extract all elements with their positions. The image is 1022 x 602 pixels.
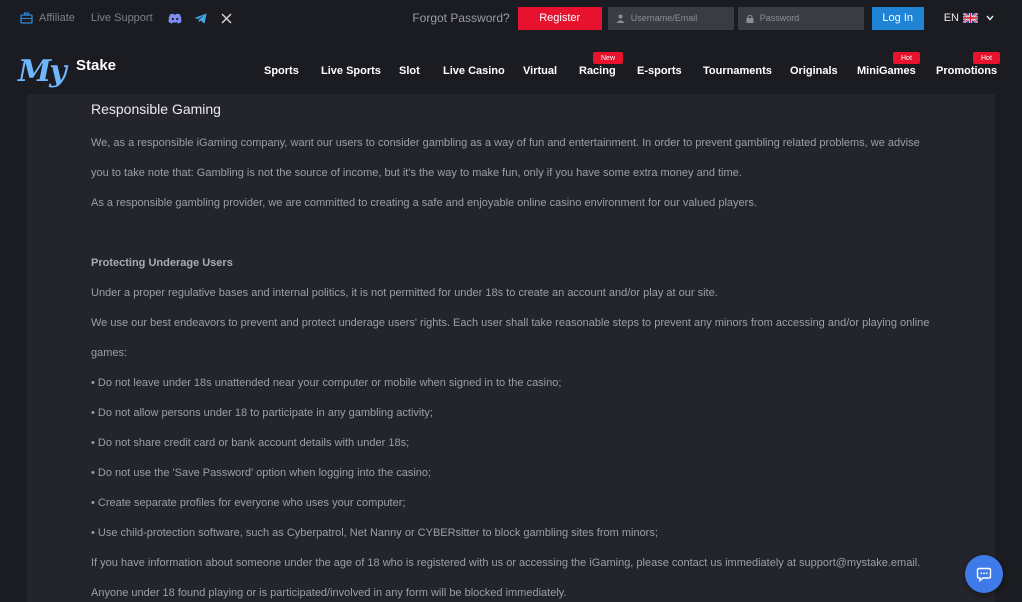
top-bar-right: Forgot Password? Register Username/Email…: [412, 0, 994, 36]
x-icon[interactable]: [219, 10, 235, 26]
login-button[interactable]: Log In: [871, 6, 924, 30]
lock-icon: [746, 14, 754, 23]
language-code: EN: [943, 12, 959, 24]
nav-minigames[interactable]: MiniGames: [857, 65, 916, 77]
password-field[interactable]: Password: [737, 6, 864, 30]
uk-flag-icon: [963, 13, 978, 23]
forgot-password-link[interactable]: Forgot Password?: [412, 11, 509, 25]
nav-virtual[interactable]: Virtual: [523, 65, 557, 77]
promotions-badge: Hot: [973, 52, 1000, 64]
user-icon: [616, 14, 625, 23]
minigames-badge: Hot: [893, 52, 920, 64]
paragraph-line: Anyone under 18 found playing or is part…: [91, 587, 567, 599]
username-field[interactable]: Username/Email: [607, 6, 734, 30]
username-placeholder: Username/Email: [630, 13, 698, 23]
top-bar-left: Affiliate Live Support: [20, 0, 245, 36]
page-title: Responsible Gaming: [91, 101, 221, 117]
paragraph-line: We, as a responsible iGaming company, wa…: [91, 137, 920, 149]
list-item: • Do not leave under 18s unattended near…: [91, 377, 562, 389]
list-item: • Do not allow persons under 18 to parti…: [91, 407, 433, 419]
content-panel: Responsible Gaming We, as a responsible …: [27, 94, 995, 602]
language-selector[interactable]: EN: [944, 12, 994, 24]
nav-originals[interactable]: Originals: [790, 65, 838, 77]
nav-racing[interactable]: Racing: [579, 65, 616, 77]
nav-items: Sports Live Sports Slot Live Casino Virt…: [0, 65, 1022, 79]
nav-slot[interactable]: Slot: [399, 65, 420, 77]
nav-live-sports[interactable]: Live Sports: [321, 65, 381, 77]
paragraph-line: Under a proper regulative bases and inte…: [91, 287, 718, 299]
nav-sports[interactable]: Sports: [264, 65, 299, 77]
section-heading: Protecting Underage Users: [91, 257, 233, 269]
list-item: • Use child-protection software, such as…: [91, 527, 658, 539]
nav-promotions[interactable]: Promotions: [936, 65, 997, 77]
chat-bubble-icon: [976, 567, 992, 582]
password-placeholder: Password: [759, 13, 800, 23]
paragraph-line: you to take note that: Gambling is not t…: [91, 167, 742, 179]
live-chat-button[interactable]: [965, 555, 1003, 593]
paragraph-line: If you have information about someone un…: [91, 557, 921, 569]
nav-live-casino[interactable]: Live Casino: [443, 65, 505, 77]
social-links: [167, 10, 245, 26]
paragraph-line: We use our best endeavors to prevent and…: [91, 317, 930, 329]
nav-e-sports[interactable]: E-sports: [637, 65, 682, 77]
list-item: • Create separate profiles for everyone …: [91, 497, 406, 509]
discord-icon[interactable]: [167, 10, 183, 26]
register-button[interactable]: Register: [517, 6, 602, 30]
paragraph-line: As a responsible gambling provider, we a…: [91, 197, 757, 209]
chevron-down-icon: [986, 15, 994, 21]
telegram-icon[interactable]: [193, 10, 209, 26]
live-support-link[interactable]: Live Support: [91, 12, 153, 24]
briefcase-icon: [20, 12, 33, 24]
list-item: • Do not share credit card or bank accou…: [91, 437, 410, 449]
affiliate-link[interactable]: Affiliate: [20, 12, 75, 24]
paragraph-line: games:: [91, 347, 128, 359]
list-item: • Do not use the 'Save Password' option …: [91, 467, 432, 479]
racing-badge: New: [593, 52, 624, 64]
top-bar: Affiliate Live Support Forgot Password? …: [0, 0, 1022, 36]
nav-tournaments[interactable]: Tournaments: [703, 65, 772, 77]
affiliate-label: Affiliate: [39, 12, 75, 24]
main-nav: My Stake New Hot Hot Sports Live Sports …: [0, 36, 1022, 94]
